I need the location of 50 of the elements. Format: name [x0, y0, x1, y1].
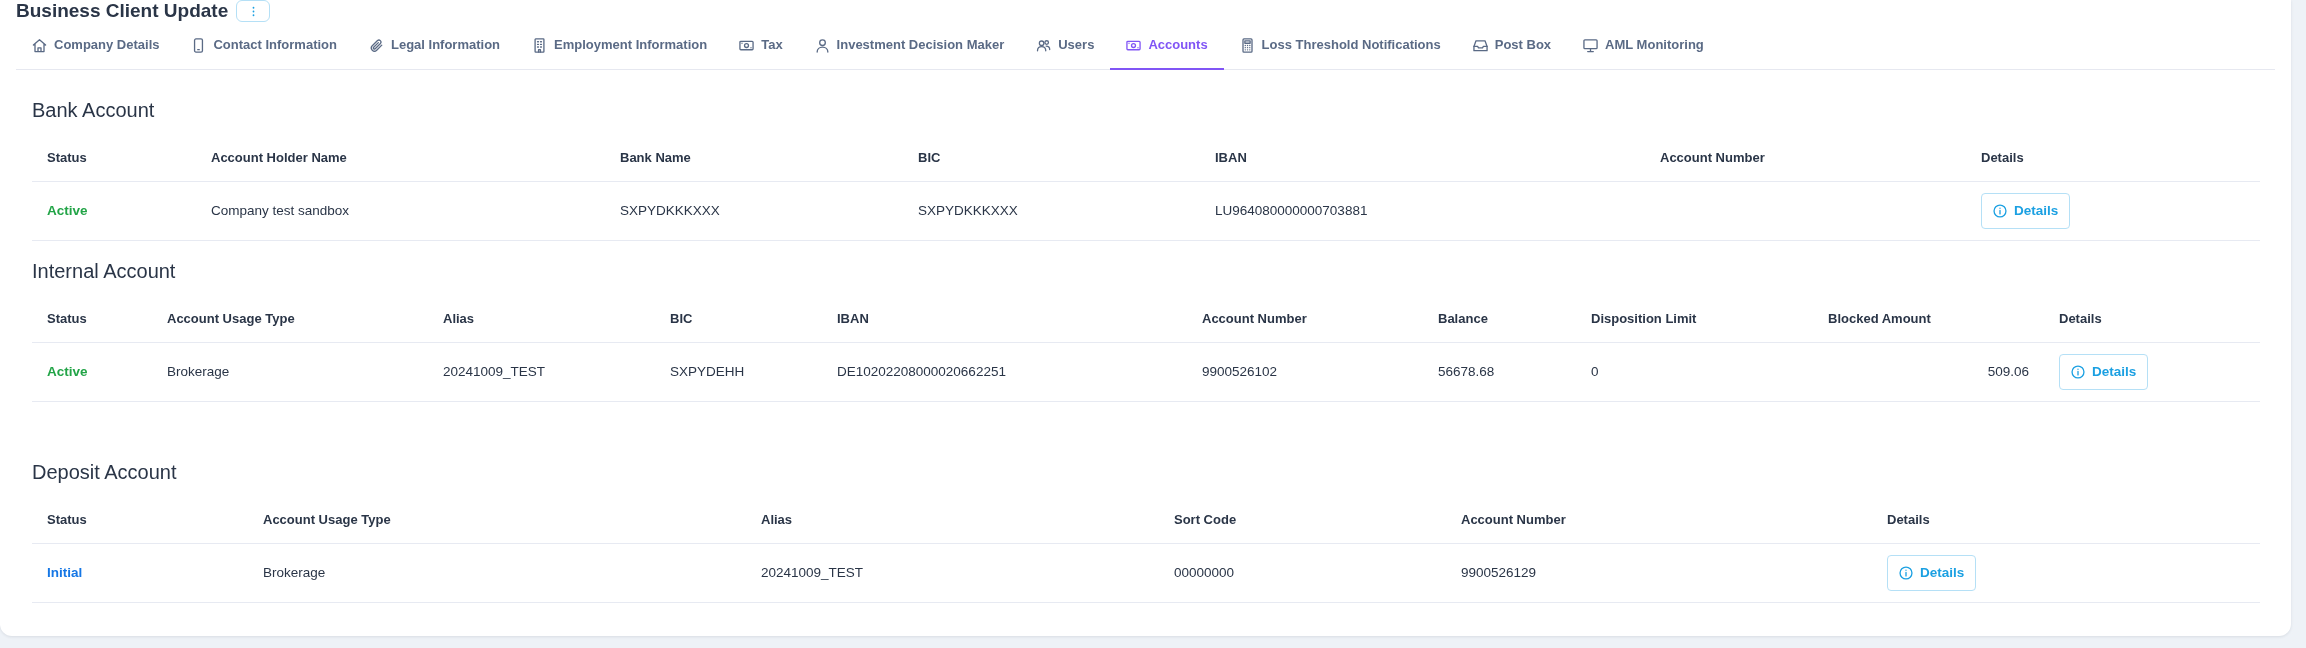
- person-icon: [814, 37, 830, 53]
- home-icon: [32, 37, 47, 53]
- tab[interactable]: Investment Decision Maker: [798, 22, 1021, 70]
- tab[interactable]: Employment Information: [516, 22, 724, 70]
- info-icon: [2071, 365, 2085, 379]
- people-icon: [1036, 37, 1052, 53]
- table-cell: 9900526129: [1446, 543, 1872, 603]
- tab[interactable]: Tax: [723, 22, 799, 70]
- status-text: Active: [47, 364, 88, 379]
- tab[interactable]: Contact Information: [175, 22, 353, 70]
- details-button[interactable]: Details: [2059, 354, 2149, 390]
- section-title: Internal Account: [32, 259, 177, 284]
- details-button[interactable]: Details: [1981, 193, 2071, 229]
- status-text: Active: [47, 203, 88, 218]
- tab[interactable]: Users: [1020, 22, 1111, 70]
- section-title: Bank Account: [32, 98, 156, 123]
- info-icon: [1899, 566, 1913, 580]
- building-icon: [532, 37, 548, 53]
- tab[interactable]: Post Box: [1456, 22, 1568, 70]
- table-cell: 509.06: [1813, 342, 2044, 402]
- table-cell: Brokerage: [248, 543, 746, 603]
- table-cell: 0: [1576, 342, 1813, 402]
- page-title: Business Client Update: [16, 0, 229, 22]
- monitor-icon: [1583, 37, 1599, 53]
- table-cell: Brokerage: [152, 342, 428, 402]
- info-icon: [1993, 204, 2007, 218]
- more-options-button[interactable]: [236, 0, 271, 22]
- table-cell: 56678.68: [1423, 342, 1576, 402]
- table-cell: LU964080000000703881: [1200, 181, 1645, 241]
- tab[interactable]: Accounts: [1110, 22, 1224, 70]
- status-text: Initial: [47, 565, 83, 580]
- table-cell: DE10202208000020662251: [822, 342, 1187, 402]
- tab[interactable]: Loss Threshold Notifications: [1223, 22, 1457, 70]
- details-button[interactable]: Details: [1887, 555, 1977, 591]
- section-title: Deposit Account: [32, 460, 178, 485]
- table-cell: 20241009_TEST: [428, 342, 655, 402]
- inbox-icon: [1472, 37, 1488, 53]
- tab[interactable]: Company Details: [16, 22, 176, 70]
- table-cell: Company test sandbox: [196, 181, 605, 241]
- paperclip-icon: [369, 37, 384, 53]
- table-cell: 20241009_TEST: [746, 543, 1159, 603]
- table-cell: SXPYDKKKXXX: [605, 181, 903, 241]
- tab[interactable]: Legal Information: [353, 22, 517, 70]
- table-cell: SXPYDEHH: [655, 342, 822, 402]
- table-cell: SXPYDKKKXXX: [903, 181, 1200, 241]
- calculator-icon: [1239, 37, 1255, 53]
- table-cell: 00000000: [1159, 543, 1446, 603]
- tab[interactable]: AML Monitoring: [1567, 22, 1720, 70]
- table-cell: 9900526102: [1187, 342, 1423, 402]
- vertical-dots-icon: [251, 5, 255, 17]
